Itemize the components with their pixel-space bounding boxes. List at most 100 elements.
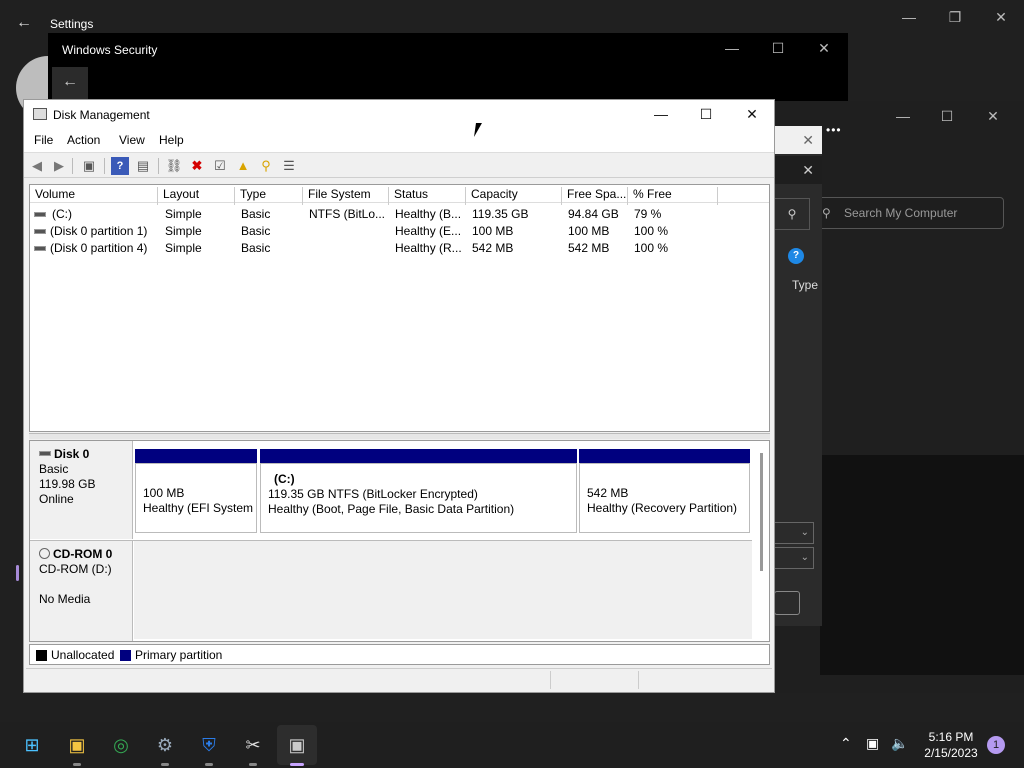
partition-c[interactable]: (C:) 119.35 GB NTFS (BitLocker Encrypted… [260, 463, 577, 533]
disk-0-label[interactable]: Disk 0 Basic 119.98 GB Online [30, 441, 133, 539]
winsec-maximize-button[interactable]: ☐ [755, 33, 801, 63]
disk-size: 119.98 GB [39, 477, 96, 491]
status-divider [550, 671, 551, 689]
table-row[interactable]: (Disk 0 partition 4) Simple Basic Health… [30, 240, 769, 257]
action-pane-icon[interactable]: ▤ [134, 157, 152, 175]
running-indicator [161, 763, 169, 766]
chrome-icon[interactable]: ◎ [108, 732, 134, 758]
console-tree-icon[interactable]: ▣ [80, 157, 98, 175]
notification-badge[interactable]: 1 [987, 736, 1005, 754]
details-view-icon[interactable]: ☰ [280, 157, 298, 175]
column-status[interactable]: Status [389, 187, 466, 205]
cell-layout: Simple [165, 224, 202, 238]
legend-swatch-unallocated [36, 650, 47, 661]
menu-view[interactable]: View [119, 133, 145, 147]
search-button[interactable]: ⚲ [774, 198, 810, 230]
dm-close-button[interactable]: ✕ [729, 100, 775, 130]
dialog-button[interactable] [774, 591, 800, 615]
menu-file[interactable]: File [34, 133, 53, 147]
start-icon[interactable]: ⊞ [19, 732, 45, 758]
column-volume[interactable]: Volume [30, 187, 158, 205]
menu-action[interactable]: Action [67, 133, 100, 147]
dropdown-2[interactable]: ⌄ [774, 547, 814, 569]
menu-help[interactable]: Help [159, 133, 184, 147]
clock-time: 5:16 PM [928, 730, 974, 744]
dm-titlebar: Disk Management — ☐ ✕ [24, 100, 774, 130]
folder-up-icon[interactable]: ▲ [234, 157, 252, 175]
cell-free: 100 MB [568, 224, 610, 238]
cell-pct: 100 % [634, 241, 669, 255]
right-minimize-button[interactable]: — [880, 101, 926, 131]
hidden-panel [820, 455, 1024, 675]
legend: Unallocated Primary partition [29, 644, 770, 665]
dm-title: Disk Management [53, 108, 150, 122]
table-row[interactable]: (Disk 0 partition 1) Simple Basic Health… [30, 223, 769, 240]
help-icon[interactable]: ? [788, 248, 804, 264]
pane-splitter[interactable] [29, 433, 770, 439]
search-input[interactable]: ⚲ Search My Computer [813, 197, 1004, 229]
column-file-system[interactable]: File System [303, 187, 389, 205]
column-type[interactable]: Type [235, 187, 303, 205]
help-book-icon[interactable]: ? [111, 157, 129, 175]
dm-maximize-button[interactable]: ☐ [683, 100, 729, 130]
menubar: File Action View Help [24, 130, 774, 152]
winsec-close-button[interactable]: ✕ [801, 33, 847, 63]
cell-volume: (Disk 0 partition 1) [50, 224, 148, 238]
right-maximize-button[interactable]: ☐ [924, 101, 970, 131]
dm-minimize-button[interactable]: — [638, 100, 684, 130]
snipping-icon[interactable]: ✂ [240, 732, 266, 758]
properties-icon[interactable]: ☑ [211, 157, 229, 175]
connect-drive-icon[interactable]: ⛓ [165, 157, 183, 175]
settings-close-button[interactable]: ✕ [978, 2, 1024, 32]
back-arrow-icon[interactable]: ← [16, 14, 32, 32]
clock[interactable]: 5:16 PM 2/15/2023 [918, 729, 984, 761]
delete-icon[interactable]: ✖ [188, 157, 206, 175]
winsec-back-arrow-icon[interactable]: ← [52, 67, 88, 99]
dialog-close-button[interactable]: ✕ [774, 156, 822, 184]
disk-management-taskbar-icon[interactable]: ▣ [284, 732, 310, 758]
file-explorer-icon[interactable]: ▣ [64, 732, 90, 758]
column-layout[interactable]: Layout [158, 187, 235, 205]
column-type-header[interactable]: Type [792, 278, 818, 292]
cell-capacity: 119.35 GB [472, 207, 529, 221]
network-icon[interactable]: ▣ [866, 735, 879, 752]
toolbar-separator [158, 158, 159, 174]
partition-size: 100 MB [143, 486, 185, 500]
graphical-scrollbar[interactable] [760, 453, 763, 571]
partition-recovery[interactable]: 542 MB Healthy (Recovery Partition) [579, 463, 750, 533]
winsec-minimize-button[interactable]: — [709, 33, 755, 63]
toolbar-separator [104, 158, 105, 174]
windows-security-icon[interactable]: ⛨ [196, 732, 222, 758]
partition-bar [135, 449, 257, 463]
more-options-icon[interactable]: ••• [826, 123, 842, 137]
partition-bar [260, 449, 577, 463]
windows-security-title: Windows Security [62, 43, 158, 57]
volume-icon[interactable]: 🔈 [891, 735, 908, 752]
mycomp-close-button[interactable]: ✕ [774, 126, 822, 154]
partition-efi[interactable]: 100 MB Healthy (EFI System I [135, 463, 257, 533]
column-capacity[interactable]: Capacity [466, 187, 562, 205]
table-row[interactable]: (C:) Simple Basic NTFS (BitLo... Healthy… [30, 206, 769, 223]
settings-minimize-button[interactable]: — [886, 2, 932, 32]
settings-restore-button[interactable]: ❐ [932, 2, 978, 32]
chevron-up-icon[interactable]: ⌃ [840, 735, 852, 752]
legend-swatch-primary [120, 650, 131, 661]
search-placeholder: Search My Computer [844, 206, 958, 220]
partition-title: (C:) [274, 472, 295, 486]
back-icon[interactable]: ◀ [28, 157, 46, 175]
dropdown-1[interactable]: ⌄ [774, 522, 814, 544]
column-free-space[interactable]: Free Spa... [562, 187, 628, 205]
partition-size: 542 MB [587, 486, 629, 500]
settings-icon[interactable]: ⚙ [152, 732, 178, 758]
column-percent-free[interactable]: % Free [628, 187, 718, 205]
search-icon: ⚲ [822, 206, 831, 220]
right-close-button[interactable]: ✕ [970, 101, 1016, 131]
cell-pct: 79 % [634, 207, 662, 221]
cell-layout: Simple [165, 241, 202, 255]
volume-list: Volume Layout Type File System Status Ca… [29, 184, 770, 432]
cdrom-label[interactable]: CD-ROM 0 CD-ROM (D:) No Media [30, 541, 133, 641]
forward-icon[interactable]: ▶ [50, 157, 68, 175]
toolbar-separator [72, 158, 73, 174]
active-indicator [290, 763, 304, 766]
search-folder-icon[interactable]: ⚲ [257, 157, 275, 175]
